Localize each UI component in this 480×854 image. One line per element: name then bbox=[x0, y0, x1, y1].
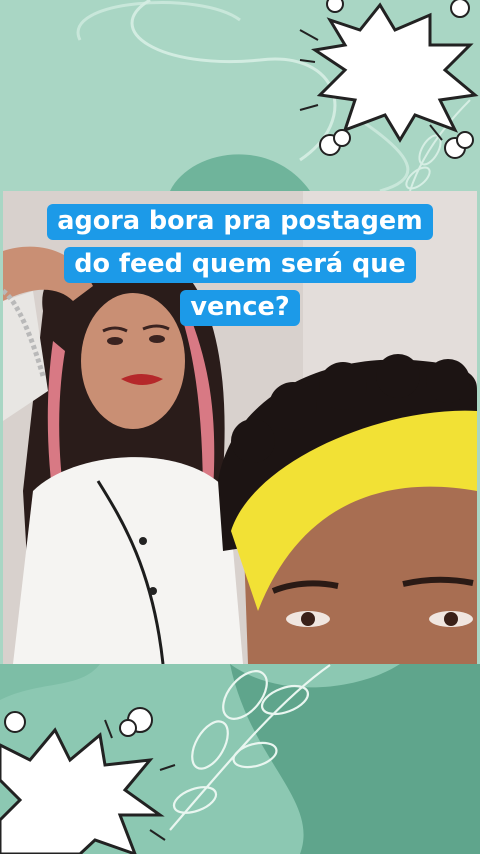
caption-line: agora bora pra postagem bbox=[0, 200, 480, 243]
caption-line: vence? bbox=[0, 286, 480, 329]
caption-line: do feed quem será que bbox=[0, 243, 480, 286]
story-caption: agora bora pra postagem do feed quem ser… bbox=[0, 200, 480, 329]
story-frame: agora bora pra postagem do feed quem ser… bbox=[0, 0, 480, 854]
